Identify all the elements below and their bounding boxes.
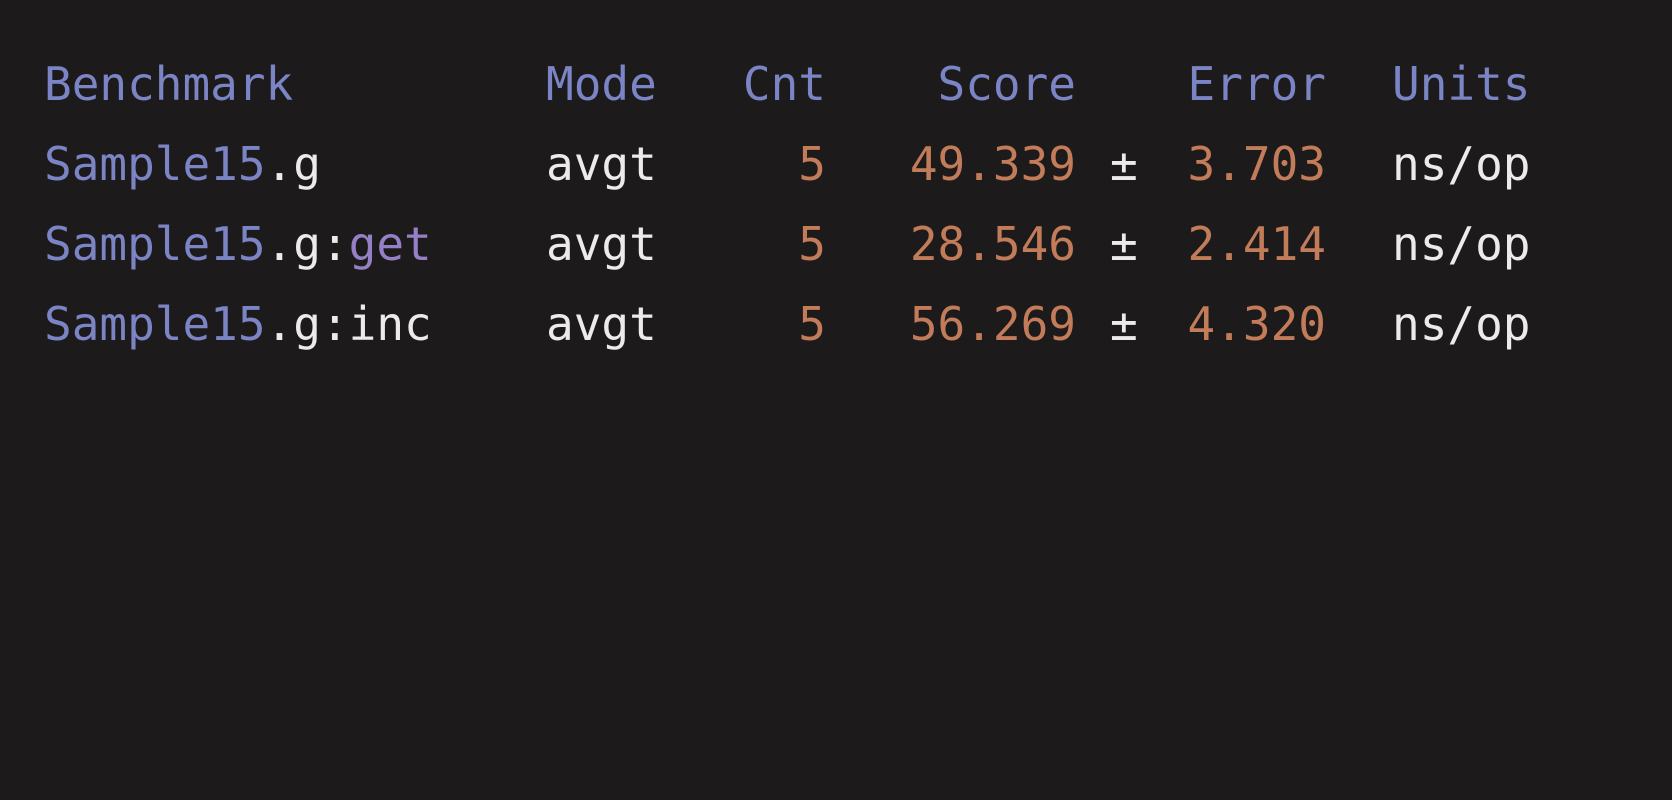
cnt-value: 5 [798,297,826,351]
error-value: 3.703 [1187,137,1326,191]
method-name: get [348,217,432,271]
field-name: .g [265,137,321,191]
field-name: .g [265,217,321,271]
header-cnt: Cnt [742,57,826,111]
class-name: Sample15 [44,137,266,191]
cnt-value: 5 [798,137,826,191]
units-value: ns/op [1392,297,1531,351]
mode-value: avgt [546,297,657,351]
method-name: inc [348,297,432,351]
header-score: Score [937,57,1076,111]
mode-value: avgt [546,217,657,271]
benchmark-name: Sample15.g [44,124,321,204]
table-row: Sample15.g:inc avgt 5 56.269 ± 4.320 ns/… [0,284,1530,364]
benchmark-results-output: Benchmark Mode Cnt Score Error Units Sam… [0,0,1672,400]
table-row: Sample15.g avgt 5 49.339 ± 3.703 ns/op [0,124,1530,204]
score-value: 49.339 [909,137,1076,191]
error-value: 4.320 [1187,297,1326,351]
colon-separator: : [320,217,349,271]
mode-value: avgt [546,137,657,191]
error-value: 2.414 [1187,217,1326,271]
score-value: 56.269 [909,297,1076,351]
units-value: ns/op [1392,137,1531,191]
class-name: Sample15 [44,217,266,271]
table-header: Benchmark Mode Cnt Score Error Units [0,44,1530,124]
benchmark-name: Sample15.g:get [44,204,432,284]
header-units: Units [1392,57,1531,111]
colon-separator: : [320,297,349,351]
header-mode: Mode [546,57,657,111]
class-name: Sample15 [44,297,266,351]
benchmark-name: Sample15.g:inc [44,284,432,364]
field-name: .g [265,297,321,351]
cnt-value: 5 [798,217,826,271]
header-error: Error [1187,57,1326,111]
header-benchmark: Benchmark [44,57,294,111]
units-value: ns/op [1392,217,1531,271]
table-row: Sample15.g:get avgt 5 28.546 ± 2.414 ns/… [0,204,1530,284]
score-value: 28.546 [909,217,1076,271]
